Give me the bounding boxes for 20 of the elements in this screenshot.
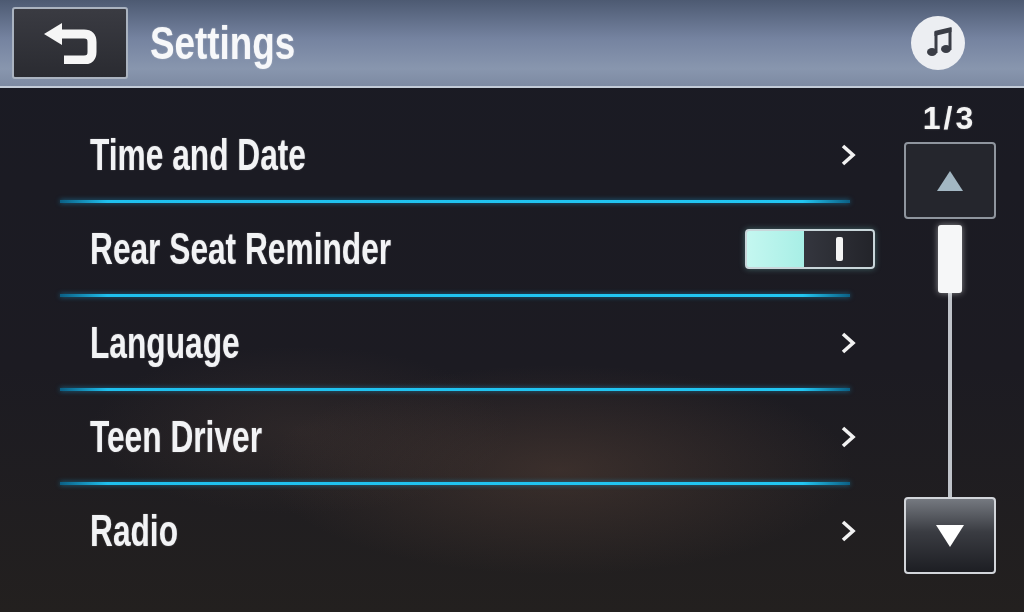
chevron-right-icon [840, 425, 856, 448]
chevron-right-icon [840, 331, 856, 354]
menu-item[interactable]: Language [60, 297, 875, 388]
scroll-down-button[interactable] [903, 497, 996, 574]
up-triangle-icon [936, 170, 963, 191]
bar-icon [836, 236, 843, 261]
music-note-icon[interactable] [911, 16, 965, 70]
back-button[interactable] [12, 7, 128, 79]
chevron-right-icon [840, 143, 856, 166]
toggle-switch[interactable] [745, 228, 875, 269]
scrollbar-thumb[interactable] [937, 225, 962, 293]
setting-label: Rear Seat Reminder [90, 223, 392, 274]
menu-item[interactable]: Time and Date [60, 109, 875, 200]
page-indicator: 1/3 [922, 100, 977, 136]
screen-title: Settings [150, 16, 296, 70]
return-arrow-icon [42, 22, 98, 64]
down-triangle-icon [935, 524, 964, 547]
menu-item[interactable]: Teen Driver [60, 391, 875, 482]
chevron-right-icon [840, 519, 856, 542]
menu-item[interactable]: Radio [60, 485, 875, 576]
